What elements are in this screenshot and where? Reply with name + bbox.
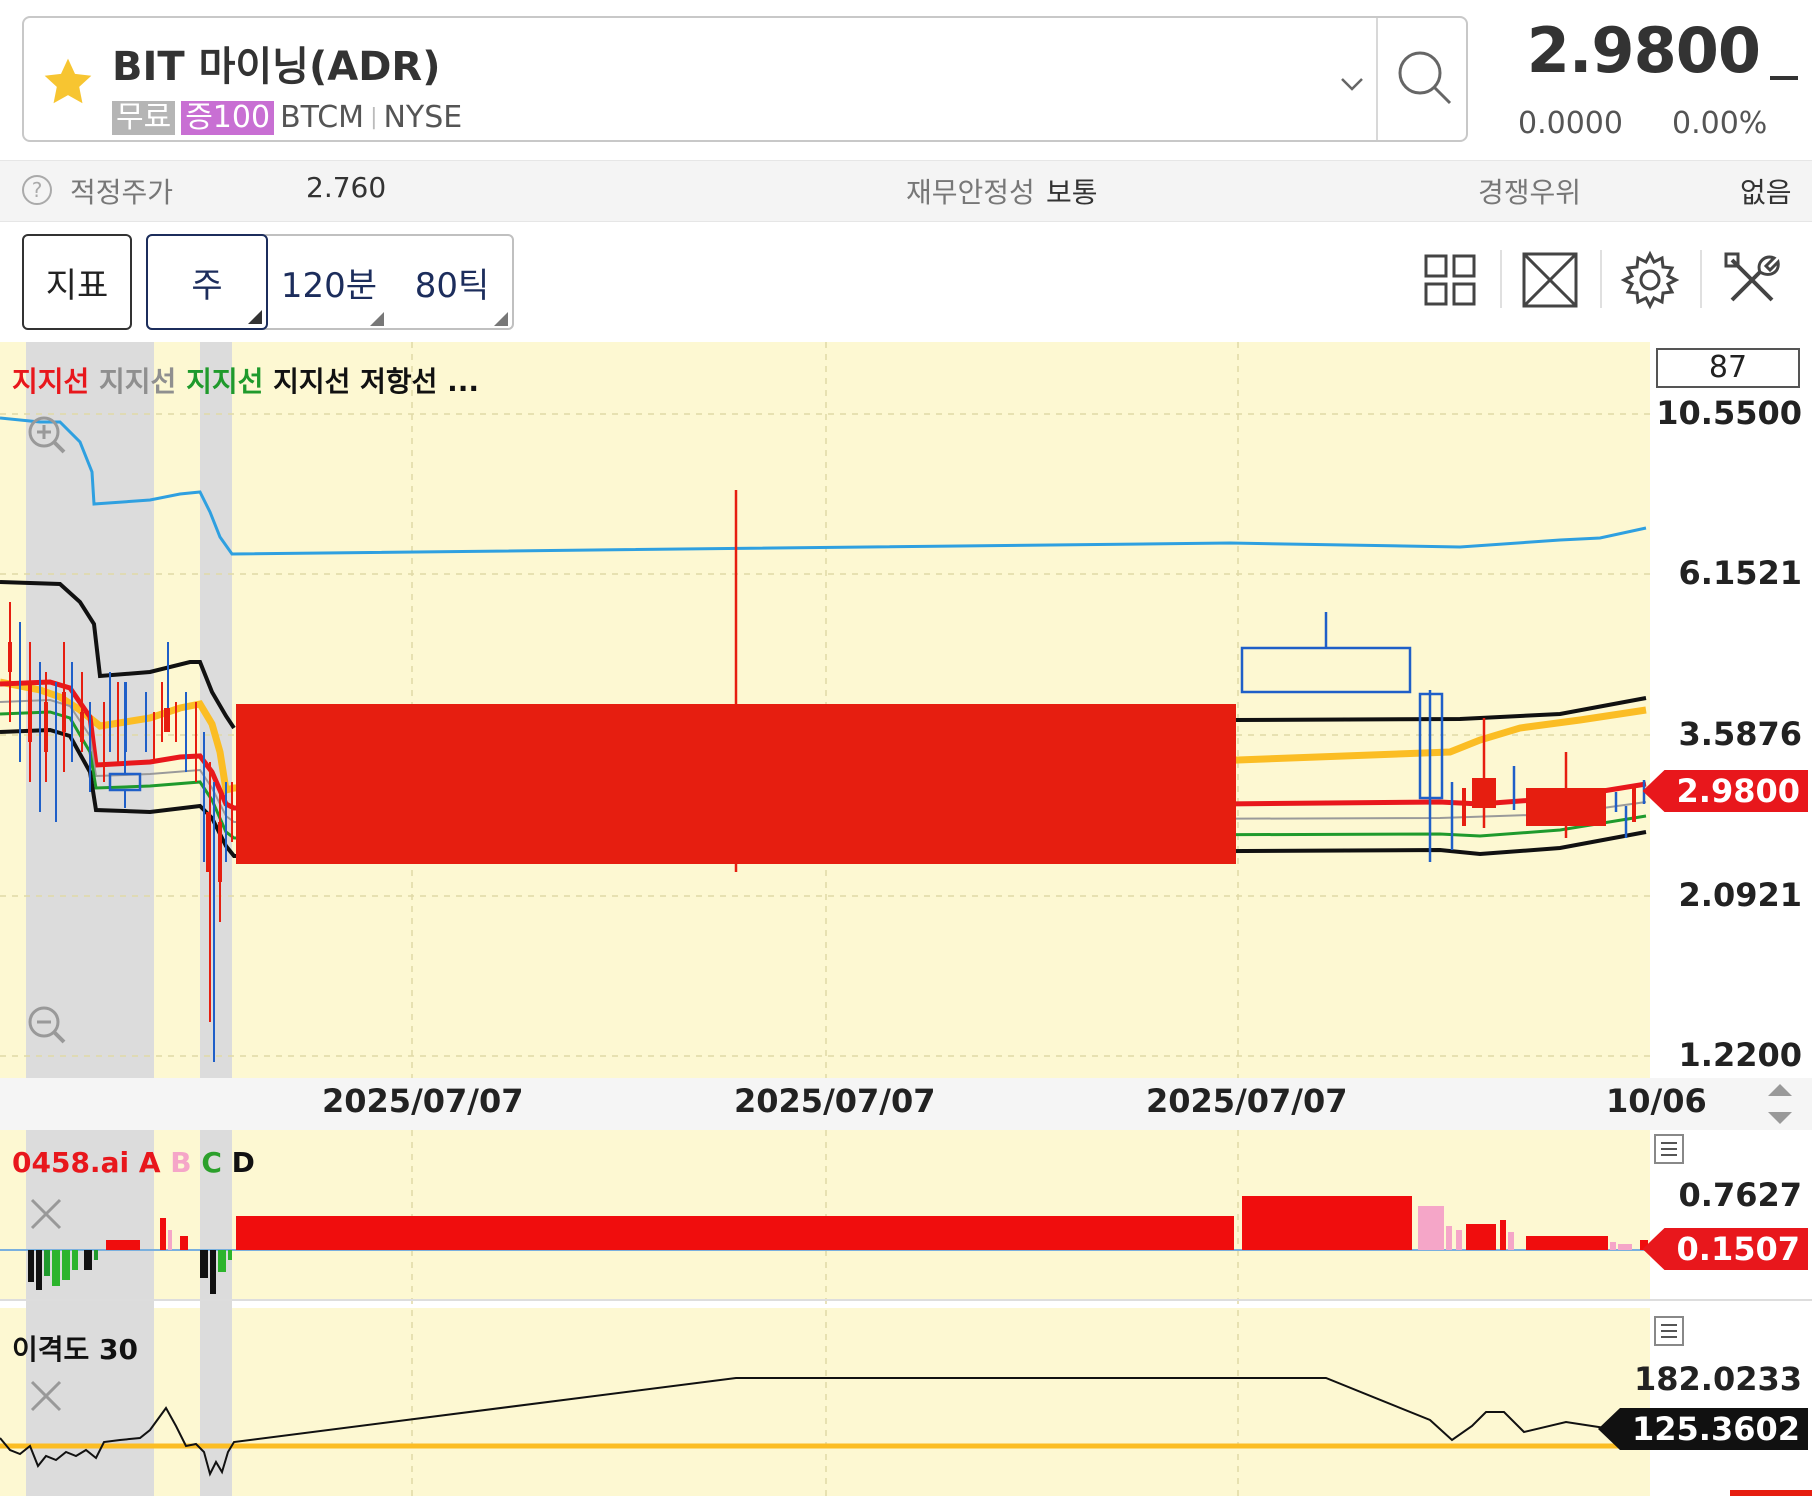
shaded-zone xyxy=(200,1130,232,1496)
stock-name: BIT 마이닝(ADR) xyxy=(112,44,441,90)
stock-search-box[interactable]: BIT 마이닝(ADR) 무료 증100 BTCM | NYSE xyxy=(22,16,1468,142)
pane-menu-icon[interactable] xyxy=(1654,1134,1684,1164)
toolbar-divider xyxy=(1700,250,1702,308)
legend-more: ... xyxy=(447,365,480,398)
period-week-button[interactable]: 주 xyxy=(146,234,268,330)
toolbar-divider xyxy=(1600,250,1602,308)
tag-separator: | xyxy=(370,105,378,130)
period-80tick-label: 80틱 xyxy=(414,265,490,306)
y-tick: 182.0233 xyxy=(1633,1360,1802,1398)
tools-icon[interactable] xyxy=(1720,248,1784,312)
y-tick: 6.1521 xyxy=(1678,554,1802,592)
exchange: NYSE xyxy=(383,100,463,135)
margin-badge: 증100 xyxy=(181,100,275,135)
chart-area[interactable]: 지지선 지지선 지지선 지지선 저항선 ... 87 10.5500 6.152… xyxy=(0,342,1812,1496)
legend-support-red: 지지선 xyxy=(12,365,90,398)
legend-resistance: 저항선 xyxy=(360,365,438,398)
x-tick: 10/06 xyxy=(1606,1082,1707,1120)
legend-c: C xyxy=(201,1146,222,1179)
legend-support-grey: 지지선 xyxy=(99,365,177,398)
y-tick: 3.5876 xyxy=(1678,715,1802,753)
y-tick: 2.0921 xyxy=(1678,876,1802,914)
shaded-zone xyxy=(26,1130,154,1496)
current-price: 2.9800 xyxy=(1526,14,1761,87)
oscillator-title: 0458.ai xyxy=(12,1146,130,1179)
legend-d: D xyxy=(231,1146,255,1179)
competitive-label: 경쟁우위 xyxy=(1478,176,1582,209)
trend-marker xyxy=(1730,1490,1812,1496)
legend-support-green: 지지선 xyxy=(186,365,264,398)
price-trend-marker xyxy=(1770,76,1798,80)
stability-value: 보통 xyxy=(1046,176,1098,209)
favorite-star-icon[interactable] xyxy=(40,54,96,110)
gear-icon[interactable] xyxy=(1618,248,1682,312)
legend-b: B xyxy=(170,1146,192,1179)
dropdown-corner-icon xyxy=(370,312,384,326)
pane-menu-icon[interactable] xyxy=(1654,1316,1684,1346)
fair-price-value: 2.760 xyxy=(306,171,387,204)
period-80tick-button[interactable]: 80틱 xyxy=(392,234,512,330)
chevron-down-icon[interactable] xyxy=(1332,64,1372,104)
y-tick: 1.2200 xyxy=(1678,1036,1802,1074)
search-button[interactable] xyxy=(1376,18,1470,140)
disparity-value-tag: 125.3602 xyxy=(1597,1408,1808,1450)
dropdown-corner-icon xyxy=(494,312,508,326)
fair-price-label: 적정주가 xyxy=(70,176,174,209)
y-tick: 0.7627 xyxy=(1678,1176,1802,1214)
oscillator-legend: 0458.ai A B C D xyxy=(12,1146,255,1179)
price-change: 0.0000 xyxy=(1518,106,1623,141)
last-price-tag: 2.9800 xyxy=(1642,770,1808,812)
period-week-label: 주 xyxy=(191,265,223,306)
legend-support-black: 지지선 xyxy=(273,365,351,398)
price-change-pct: 0.00% xyxy=(1672,106,1768,141)
fullscreen-icon[interactable] xyxy=(1518,248,1582,312)
legend-a: A xyxy=(138,1146,161,1179)
oscillator-value-tag: 0.1507 xyxy=(1642,1228,1808,1270)
x-tick: 2025/07/07 xyxy=(734,1082,936,1120)
free-badge: 무료 xyxy=(112,100,176,135)
top-count-box: 87 xyxy=(1656,348,1800,388)
help-icon[interactable]: ? xyxy=(22,175,52,205)
fundamentals-bar: ? 적정주가 2.760 재무안정성 보통 경쟁우위 없음 xyxy=(0,160,1812,222)
stock-tags: 무료 증100 BTCM | NYSE xyxy=(112,100,462,135)
search-icon xyxy=(1398,51,1452,105)
toolbar-divider xyxy=(1500,250,1502,308)
layout-grid-icon[interactable] xyxy=(1418,248,1482,312)
competitive-value: 없음 xyxy=(1740,176,1792,209)
disparity-title: 이격도 30 xyxy=(12,1333,138,1366)
disparity-pane-bg xyxy=(0,1308,1650,1496)
chart-canvas[interactable] xyxy=(0,342,1812,1496)
indicator-button[interactable]: 지표 xyxy=(22,234,132,330)
ticker: BTCM xyxy=(280,100,365,135)
x-tick: 2025/07/07 xyxy=(1146,1082,1348,1120)
x-tick: 2025/07/07 xyxy=(322,1082,524,1120)
stability-label: 재무안정성 xyxy=(906,176,1035,209)
price-legend: 지지선 지지선 지지선 지지선 저항선 ... xyxy=(12,360,479,400)
period-120min-button[interactable]: 120분 xyxy=(270,234,388,330)
period-120min-label: 120분 xyxy=(280,265,378,306)
dropdown-corner-icon xyxy=(248,310,262,324)
y-tick: 10.5500 xyxy=(1656,394,1802,432)
